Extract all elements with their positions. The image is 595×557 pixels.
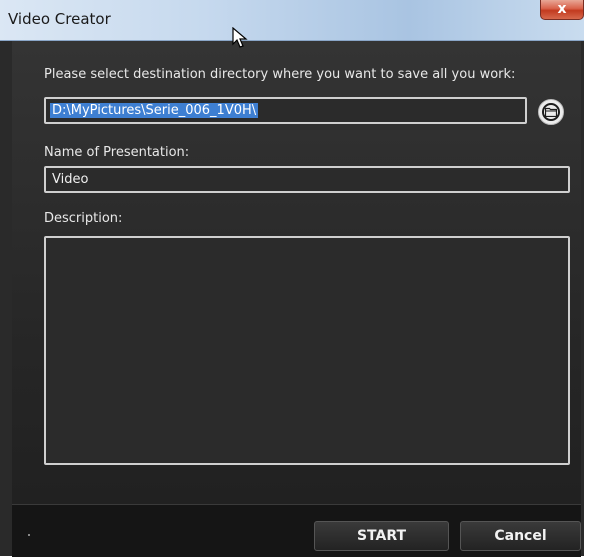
window-title: Video Creator: [8, 10, 111, 28]
dialog-body: Please select destination directory wher…: [12, 41, 581, 557]
dialog-footer: START Cancel: [12, 504, 581, 557]
presentation-name-label: Name of Presentation:: [44, 145, 190, 160]
start-button[interactable]: START: [314, 521, 449, 551]
folder-icon: [545, 107, 557, 117]
description-textarea[interactable]: [44, 236, 570, 465]
mouse-cursor-icon: [232, 27, 248, 48]
directory-input[interactable]: D:\MyPictures\Serie_006_1V0H\: [44, 97, 527, 124]
browse-folder-button[interactable]: [538, 99, 564, 125]
directory-value: D:\MyPictures\Serie_006_1V0H\: [50, 103, 259, 118]
description-label: Description:: [44, 211, 123, 226]
close-icon: x: [557, 1, 567, 17]
video-creator-window: Video Creator x Please select destinatio…: [0, 0, 584, 557]
presentation-name-value: Video: [52, 172, 89, 187]
close-button[interactable]: x: [540, 0, 584, 20]
presentation-name-input[interactable]: Video: [44, 166, 570, 193]
title-bar[interactable]: Video Creator x: [0, 0, 584, 41]
cancel-button[interactable]: Cancel: [460, 521, 581, 551]
status-dot: [28, 534, 30, 536]
directory-label: Please select destination directory wher…: [44, 67, 516, 82]
